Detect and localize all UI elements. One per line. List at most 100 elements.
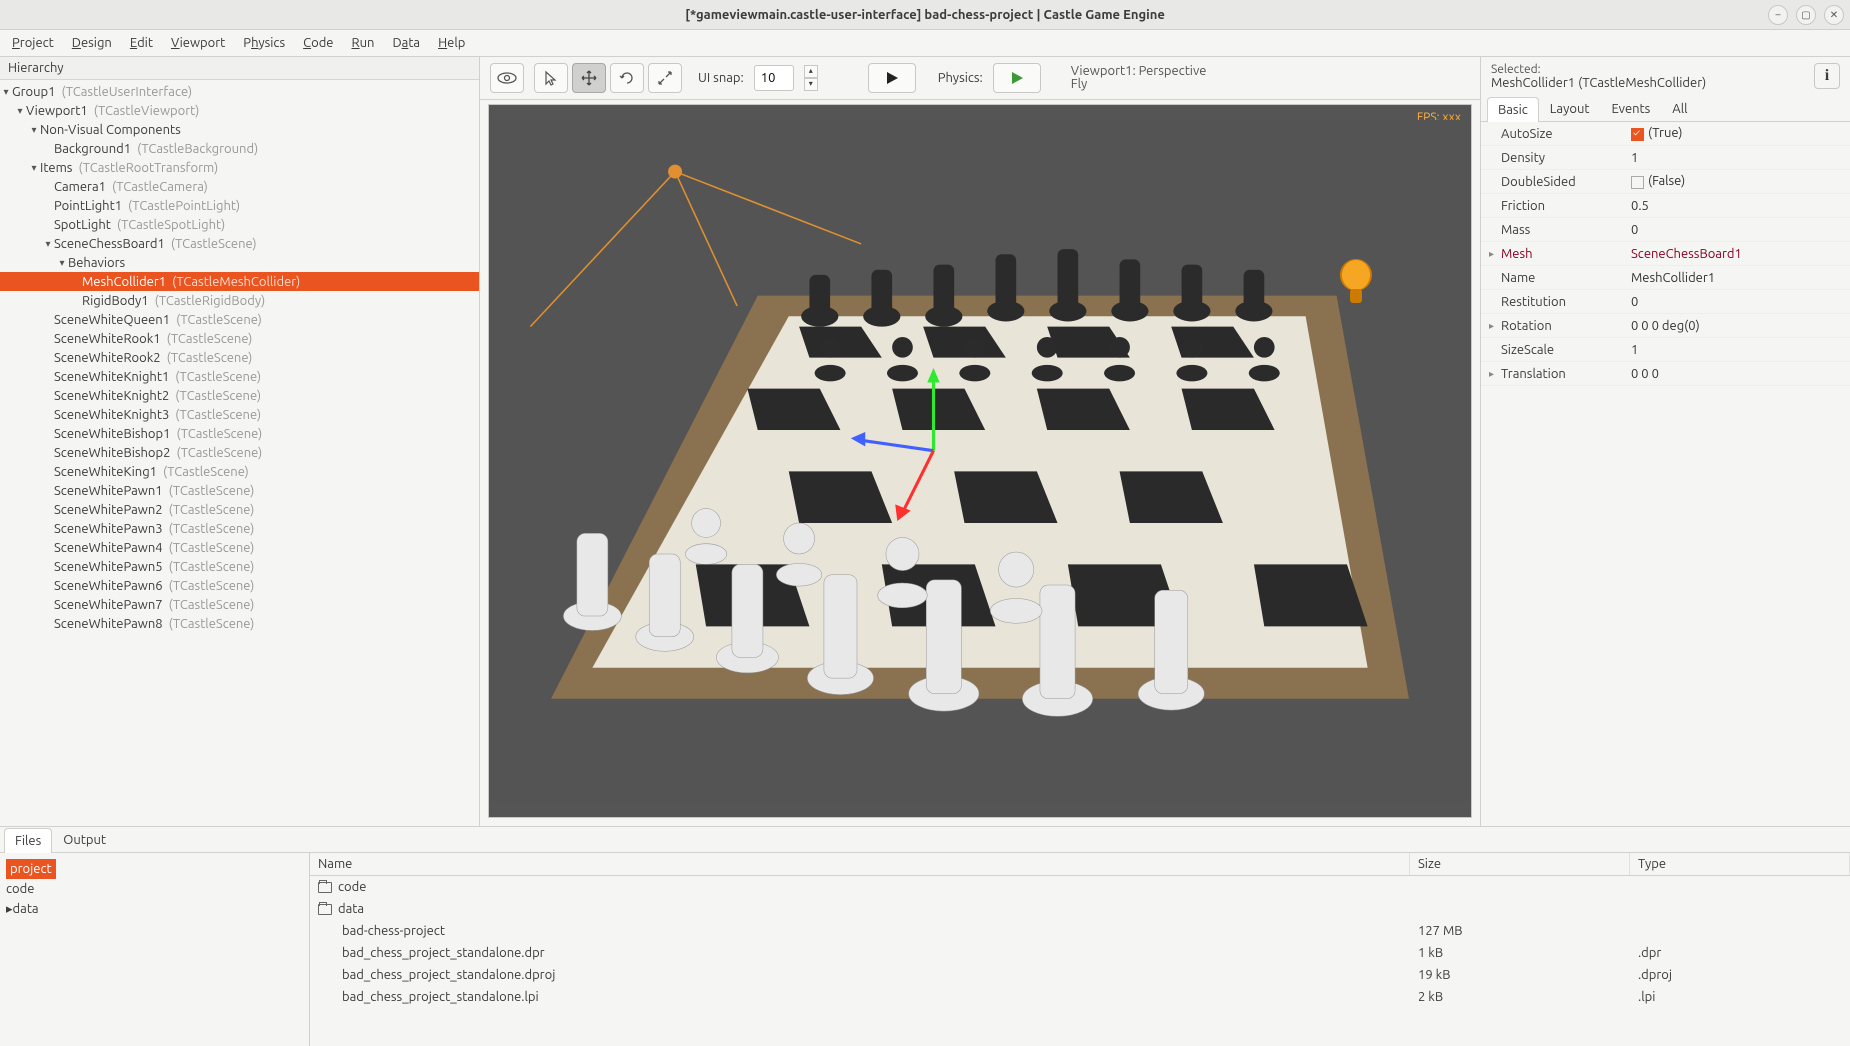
move-tool-button[interactable] <box>572 63 606 93</box>
tree-item-SceneWhiteKnight2[interactable]: SceneWhiteKnight2(TCastleScene) <box>0 386 479 405</box>
tree-item-Behaviors[interactable]: ▾Behaviors <box>0 253 479 272</box>
menubar: Project Design Edit Viewport Physics Cod… <box>0 30 1850 57</box>
file-bad_chess_project_standalone.lpi[interactable]: bad_chess_project_standalone.lpi2 kB.lpi <box>310 986 1850 1008</box>
menu-run[interactable]: Run <box>351 36 374 50</box>
folder-project[interactable]: project <box>6 859 56 879</box>
tree-item-SceneWhiteKnight1[interactable]: SceneWhiteKnight1(TCastleScene) <box>0 367 479 386</box>
minimize-button[interactable]: – <box>1768 5 1788 25</box>
col-type[interactable]: Type <box>1630 853 1850 875</box>
tree-item-SceneWhitePawn7[interactable]: SceneWhitePawn7(TCastleScene) <box>0 595 479 614</box>
prop-name[interactable]: NameMeshCollider1 <box>1481 266 1850 290</box>
tab-layout[interactable]: Layout <box>1539 96 1601 121</box>
viewport-toolbar: UI snap: ▴ ▾ Physics: Viewport1: Perspec… <box>480 57 1480 100</box>
uisnap-down[interactable]: ▾ <box>804 78 818 91</box>
tab-events[interactable]: Events <box>1600 96 1661 121</box>
menu-help[interactable]: Help <box>438 36 465 50</box>
file-code[interactable]: code <box>310 876 1850 898</box>
menu-physics[interactable]: Physics <box>243 36 285 50</box>
hierarchy-panel: Hierarchy ▾Group1(TCastleUserInterface)▾… <box>0 57 480 826</box>
file-bad_chess_project_standalone.dproj[interactable]: bad_chess_project_standalone.dproj19 kB.… <box>310 964 1850 986</box>
tree-item-SpotLight[interactable]: SpotLight(TCastleSpotLight) <box>0 215 479 234</box>
tree-item-SceneWhiteRook1[interactable]: SceneWhiteRook1(TCastleScene) <box>0 329 479 348</box>
tree-item-Viewport1[interactable]: ▾Viewport1(TCastleViewport) <box>0 101 479 120</box>
prop-restitution[interactable]: Restitution0 <box>1481 290 1850 314</box>
tab-all[interactable]: All <box>1661 96 1698 121</box>
viewport-3d[interactable]: FPS: xxx <box>488 104 1472 818</box>
col-name[interactable]: Name <box>310 853 1410 875</box>
bottom-tab-files[interactable]: Files <box>4 828 52 853</box>
tree-item-MeshCollider1[interactable]: MeshCollider1(TCastleMeshCollider) <box>0 272 479 291</box>
tree-item-SceneWhitePawn2[interactable]: SceneWhitePawn2(TCastleScene) <box>0 500 479 519</box>
select-tool-button[interactable] <box>534 63 568 93</box>
rotate-tool-button[interactable] <box>610 63 644 93</box>
tree-item-SceneChessBoard1[interactable]: ▾SceneChessBoard1(TCastleScene) <box>0 234 479 253</box>
tree-item-Group1[interactable]: ▾Group1(TCastleUserInterface) <box>0 82 479 101</box>
file-rows[interactable]: codedatabad-chess-project127 MBbad_chess… <box>310 876 1850 1046</box>
bottom-tab-output[interactable]: Output <box>52 827 117 852</box>
tree-item-PointLight1[interactable]: PointLight1(TCastlePointLight) <box>0 196 479 215</box>
folder-code[interactable]: code <box>6 879 303 899</box>
selected-label: Selected: <box>1491 63 1808 76</box>
maximize-button[interactable]: ▢ <box>1796 5 1816 25</box>
close-button[interactable]: ✕ <box>1824 5 1844 25</box>
uisnap-input[interactable] <box>754 65 794 91</box>
tree-item-SceneWhitePawn3[interactable]: SceneWhitePawn3(TCastleScene) <box>0 519 479 538</box>
bottom-panel: FilesOutput project code▸ data Name Size… <box>0 826 1850 1046</box>
chess-scene <box>489 105 1471 817</box>
tree-item-Background1[interactable]: Background1(TCastleBackground) <box>0 139 479 158</box>
folder-icon <box>318 904 332 915</box>
play-button[interactable] <box>868 63 916 93</box>
tree-item-RigidBody1[interactable]: RigidBody1(TCastleRigidBody) <box>0 291 479 310</box>
menu-code[interactable]: Code <box>303 36 333 50</box>
prop-mass[interactable]: Mass0 <box>1481 218 1850 242</box>
titlebar: [*gameviewmain.castle-user-interface] ba… <box>0 0 1850 30</box>
tree-item-Non-Visual Components[interactable]: ▾Non-Visual Components <box>0 120 479 139</box>
tree-item-SceneWhiteBishop2[interactable]: SceneWhiteBishop2(TCastleScene) <box>0 443 479 462</box>
menu-edit[interactable]: Edit <box>130 36 153 50</box>
tree-item-SceneWhitePawn5[interactable]: SceneWhitePawn5(TCastleScene) <box>0 557 479 576</box>
prop-doublesided[interactable]: DoubleSided(False) <box>1481 170 1850 194</box>
tree-item-Items[interactable]: ▾Items(TCastleRootTransform) <box>0 158 479 177</box>
inspector-panel: Selected: MeshCollider1 (TCastleMeshColl… <box>1480 57 1850 826</box>
file-bad_chess_project_standalone.dpr[interactable]: bad_chess_project_standalone.dpr1 kB.dpr <box>310 942 1850 964</box>
lightbulb-icon <box>1331 255 1381 315</box>
prop-density[interactable]: Density1 <box>1481 146 1850 170</box>
folder-icon <box>318 882 332 893</box>
inspector-properties[interactable]: AutoSize(True)Density1DoubleSided(False)… <box>1481 122 1850 826</box>
prop-translation[interactable]: ▸Translation0 0 0 <box>1481 362 1850 386</box>
tree-item-SceneWhitePawn1[interactable]: SceneWhitePawn1(TCastleScene) <box>0 481 479 500</box>
bottom-tabs: FilesOutput <box>0 827 1850 853</box>
tree-item-SceneWhiteBishop1[interactable]: SceneWhiteBishop1(TCastleScene) <box>0 424 479 443</box>
prop-sizescale[interactable]: SizeScale1 <box>1481 338 1850 362</box>
tree-item-SceneWhitePawn6[interactable]: SceneWhitePawn6(TCastleScene) <box>0 576 479 595</box>
tree-item-SceneWhiteKnight3[interactable]: SceneWhiteKnight3(TCastleScene) <box>0 405 479 424</box>
uisnap-up[interactable]: ▴ <box>804 65 818 78</box>
tree-item-SceneWhiteKing1[interactable]: SceneWhiteKing1(TCastleScene) <box>0 462 479 481</box>
menu-viewport[interactable]: Viewport <box>171 36 225 50</box>
visibility-toggle-button[interactable] <box>490 63 524 93</box>
menu-data[interactable]: Data <box>392 36 420 50</box>
tree-item-SceneWhiteRook2[interactable]: SceneWhiteRook2(TCastleScene) <box>0 348 479 367</box>
prop-rotation[interactable]: ▸Rotation0 0 0 deg(0) <box>1481 314 1850 338</box>
tree-item-SceneWhiteQueen1[interactable]: SceneWhiteQueen1(TCastleScene) <box>0 310 479 329</box>
inspector-tabs: BasicLayoutEventsAll <box>1481 96 1850 122</box>
physics-play-button[interactable] <box>993 63 1041 93</box>
prop-friction[interactable]: Friction0.5 <box>1481 194 1850 218</box>
prop-autosize[interactable]: AutoSize(True) <box>1481 122 1850 146</box>
tab-basic[interactable]: Basic <box>1487 97 1539 122</box>
tree-item-SceneWhitePawn4[interactable]: SceneWhitePawn4(TCastleScene) <box>0 538 479 557</box>
info-button[interactable]: i <box>1814 63 1840 89</box>
file-data[interactable]: data <box>310 898 1850 920</box>
col-size[interactable]: Size <box>1410 853 1630 875</box>
file-bad-chess-project[interactable]: bad-chess-project127 MB <box>310 920 1850 942</box>
file-list: Name Size Type codedatabad-chess-project… <box>310 853 1850 1046</box>
scale-tool-button[interactable] <box>648 63 682 93</box>
tree-item-SceneWhitePawn8[interactable]: SceneWhitePawn8(TCastleScene) <box>0 614 479 633</box>
tree-item-Camera1[interactable]: Camera1(TCastleCamera) <box>0 177 479 196</box>
folder-data[interactable]: ▸ data <box>6 899 303 919</box>
prop-mesh[interactable]: ▸MeshSceneChessBoard1 <box>1481 242 1850 266</box>
menu-project[interactable]: Project <box>12 36 54 50</box>
menu-design[interactable]: Design <box>72 36 112 50</box>
hierarchy-tree[interactable]: ▾Group1(TCastleUserInterface)▾Viewport1(… <box>0 80 479 826</box>
folder-tree[interactable]: project code▸ data <box>0 853 310 1046</box>
